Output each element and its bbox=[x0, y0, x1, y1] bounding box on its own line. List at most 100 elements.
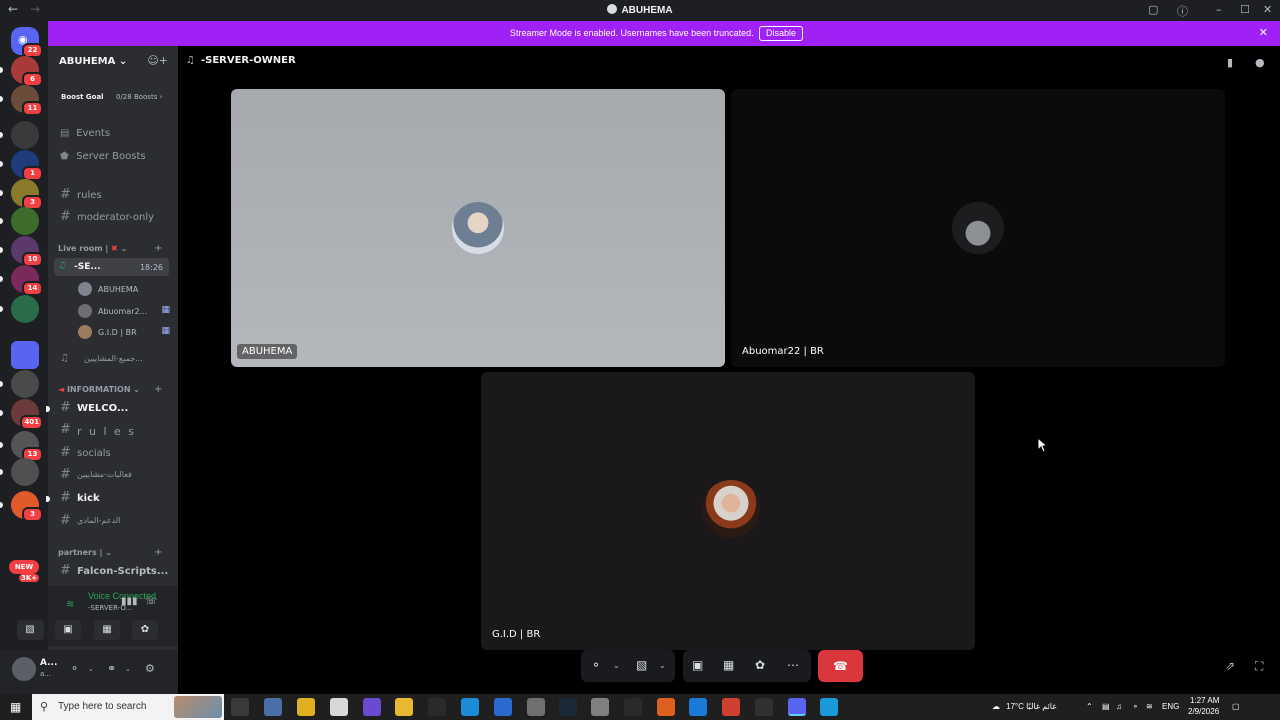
browser-app-icon[interactable] bbox=[461, 698, 479, 716]
file-explorer-icon[interactable] bbox=[395, 698, 413, 716]
disconnect-icon[interactable]: ☏ bbox=[145, 596, 158, 607]
camera-off-icon[interactable]: ▧ bbox=[636, 658, 647, 672]
channel-falcon-scripts[interactable]: # Falcon-Scripts... bbox=[54, 562, 172, 582]
category-partners[interactable]: partners | ⌄ + bbox=[58, 547, 162, 558]
file-app-icon[interactable] bbox=[264, 698, 282, 716]
server-icon[interactable] bbox=[11, 207, 39, 235]
edge-2-icon[interactable] bbox=[820, 698, 838, 716]
help-icon[interactable]: ⓘ bbox=[1177, 3, 1188, 19]
game-app-icon[interactable] bbox=[527, 698, 545, 716]
boost-goal-bar[interactable]: Boost Goal 0/28 Boosts › bbox=[54, 86, 172, 108]
camera-off-button[interactable]: ▧ bbox=[17, 620, 43, 640]
task-view-icon[interactable] bbox=[231, 698, 249, 716]
server-icon[interactable] bbox=[11, 458, 39, 486]
tray-overflow-icon[interactable]: ⌃ bbox=[1086, 702, 1093, 711]
mic-tray-icon[interactable]: ⚬ bbox=[1132, 702, 1139, 711]
channel-item[interactable]: # r u l e s bbox=[54, 421, 172, 441]
language-indicator[interactable]: ENG bbox=[1162, 702, 1179, 711]
server-boosts-nav[interactable]: ⬟ Server Boosts bbox=[60, 151, 146, 162]
popout-icon[interactable]: ⇗ bbox=[1225, 659, 1235, 673]
channel-item[interactable]: # socials bbox=[54, 444, 172, 464]
microphone-icon[interactable]: ⚬ bbox=[591, 658, 601, 672]
channel-rules[interactable]: # rules bbox=[54, 186, 172, 206]
r-app-icon[interactable] bbox=[297, 698, 315, 716]
close-window-icon[interactable]: ✕ bbox=[1263, 3, 1272, 16]
server-icon[interactable]: 3 bbox=[11, 179, 43, 210]
add-channel-icon[interactable]: + bbox=[154, 384, 162, 395]
avast-icon[interactable] bbox=[657, 698, 675, 716]
server-icon[interactable]: 14 bbox=[11, 265, 43, 296]
server-icon[interactable]: 401 bbox=[11, 399, 43, 430]
add-channel-icon[interactable]: + bbox=[154, 243, 162, 254]
store-app-icon[interactable] bbox=[494, 698, 512, 716]
notification-icon[interactable]: ▢ bbox=[1232, 702, 1240, 711]
avatar[interactable] bbox=[12, 657, 36, 681]
voice-channel-active[interactable]: ♫ -SE... 18:26 bbox=[54, 258, 169, 276]
clock-time[interactable]: 1:27 AM bbox=[1190, 696, 1219, 705]
settings-gear-icon[interactable]: ⚙ bbox=[145, 662, 155, 675]
minimize-icon[interactable]: – bbox=[1216, 3, 1222, 16]
discord-taskbar-icon[interactable] bbox=[788, 698, 806, 716]
events-nav[interactable]: ▤ Events bbox=[60, 128, 110, 139]
taskbar-search[interactable]: ⚲ Type here to search bbox=[32, 694, 224, 720]
notes-app-icon[interactable] bbox=[330, 698, 348, 716]
steam-icon[interactable] bbox=[559, 698, 577, 716]
chevron-down-icon[interactable]: ⌄ bbox=[125, 665, 131, 673]
microphone-icon[interactable]: ⚬ bbox=[70, 662, 79, 675]
shield-app-icon[interactable] bbox=[591, 698, 609, 716]
server-icon[interactable]: 10 bbox=[11, 236, 43, 267]
server-icon[interactable]: 6 bbox=[11, 56, 43, 87]
edge-icon[interactable] bbox=[689, 698, 707, 716]
github-icon[interactable] bbox=[755, 698, 773, 716]
server-icon[interactable]: 11 bbox=[11, 85, 43, 116]
chat-bubble-icon[interactable]: ● bbox=[1255, 56, 1265, 69]
activities-icon[interactable]: ▦ bbox=[723, 658, 734, 672]
epic-games-icon[interactable] bbox=[428, 698, 446, 716]
more-options-icon[interactable]: ⋯ bbox=[787, 658, 799, 672]
invite-people-icon[interactable]: ☺+ bbox=[147, 54, 168, 67]
windows-start-icon[interactable]: ▦ bbox=[10, 700, 21, 714]
volume-icon[interactable]: ♫ bbox=[1116, 702, 1122, 711]
server-icon[interactable] bbox=[11, 121, 39, 149]
chevron-down-icon[interactable]: ⌄ bbox=[659, 661, 666, 670]
voice-user[interactable]: ABUHEMA bbox=[78, 281, 172, 299]
server-icon[interactable]: 3 bbox=[11, 491, 43, 522]
server-header[interactable]: ABUHEMA ⌄ ☺+ bbox=[48, 46, 178, 78]
network-icon[interactable]: ▤ bbox=[1102, 702, 1110, 711]
voice-channel-2[interactable]: ♫ جميع-المشاييين... bbox=[54, 350, 172, 370]
bookmark-icon[interactable]: ▮ bbox=[1227, 56, 1233, 69]
channel-item[interactable]: # الدعم-المادي bbox=[54, 512, 172, 532]
screen-share-icon[interactable]: ▣ bbox=[692, 658, 703, 672]
direct-messages-button[interactable]: ◉ 22 bbox=[11, 27, 43, 58]
new-badge[interactable]: NEW bbox=[9, 560, 39, 574]
maximize-icon[interactable]: ☐ bbox=[1240, 3, 1250, 16]
wifi-icon[interactable]: ≋ bbox=[1146, 702, 1153, 711]
server-icon[interactable] bbox=[11, 295, 39, 323]
category-live-room[interactable]: Live room | ✖ ⌄ + bbox=[58, 243, 162, 254]
media-player-icon[interactable] bbox=[363, 698, 381, 716]
server-icon[interactable]: 1 bbox=[11, 150, 43, 181]
clock-date[interactable]: 2/9/2026 bbox=[1188, 707, 1219, 716]
soundboard-icon[interactable]: ✿ bbox=[755, 658, 765, 672]
category-information[interactable]: ◄ INFORMATION ⌄ + bbox=[58, 384, 162, 395]
chevron-down-icon[interactable]: ⌄ bbox=[613, 661, 620, 670]
activities-button[interactable]: ▦ bbox=[94, 620, 120, 640]
noise-suppression-icon[interactable]: ▮▮▮ bbox=[121, 596, 138, 607]
weather-text[interactable]: 17°C غائم غالبًا bbox=[1006, 702, 1056, 711]
channel-item[interactable]: # فعاليات-مشاييين bbox=[54, 466, 172, 486]
inbox-icon[interactable]: ▢ bbox=[1148, 3, 1158, 16]
channel-moderator-only[interactable]: # moderator-only bbox=[54, 208, 172, 228]
terminal-icon[interactable] bbox=[624, 698, 642, 716]
video-tile[interactable]: Abuomar22 | BR bbox=[731, 89, 1225, 367]
channel-item[interactable]: # kick bbox=[46, 489, 172, 509]
voice-user[interactable]: G.I.D | BR ▦ bbox=[78, 324, 172, 342]
screen-share-button[interactable]: ▣ bbox=[55, 620, 81, 640]
soundboard-button[interactable]: ✿ bbox=[132, 620, 158, 640]
server-icon[interactable] bbox=[11, 341, 39, 369]
add-channel-icon[interactable]: + bbox=[154, 547, 162, 558]
fullscreen-icon[interactable]: ⛶ bbox=[1255, 659, 1263, 674]
channel-item[interactable]: # WELCO... bbox=[46, 399, 172, 419]
video-tile[interactable]: ABUHEMA bbox=[231, 89, 725, 367]
chrome-icon[interactable] bbox=[722, 698, 740, 716]
close-banner-icon[interactable]: ✕ bbox=[1259, 26, 1268, 39]
